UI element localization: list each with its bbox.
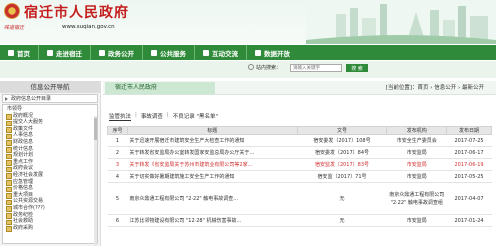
row-title-link[interactable]: 关于迅速开展宿迁市建筑安全生产大检查工作的通知 — [127, 134, 298, 147]
table-row[interactable]: 3 关于转发《省安监局关于苏州市建筑业有限公司等2家... 宿安监发〔2017〕83… — [107, 158, 492, 171]
row-title-link[interactable]: 关于转发《省安监局关于苏州市建筑业有限公司等2家... — [127, 158, 298, 171]
tab-enforcement[interactable]: 监管执法 — [109, 112, 132, 121]
breadcrumb-info[interactable]: 信息公开 — [434, 85, 456, 91]
row-title-link[interactable]: 南京众鼎通工程有限公司 "2·22" 触电事故调查... — [127, 182, 298, 215]
row-number: 2 — [107, 146, 128, 159]
tree-item[interactable]: 价格信息 — [4, 185, 96, 192]
tab-blacklist[interactable]: 不良记录 "黑名单" — [173, 112, 218, 121]
search-label: 站内搜索： — [256, 65, 282, 71]
row-doc-number: 无 — [297, 214, 387, 227]
row-doc-number: 宿安委发〔2017〕108号 — [297, 134, 387, 147]
book-icon — [47, 49, 53, 56]
column-header-publisher: 发布机构 — [386, 126, 448, 135]
row-title-link[interactable]: 关于切实做好暑期建筑施工安全生产工作的通知 — [127, 170, 298, 183]
row-date: 2017-07-25 — [446, 134, 492, 147]
row-date: 2017-06-19 — [446, 158, 492, 171]
site-title[interactable]: 宿迁市人民政府 — [24, 2, 129, 22]
row-doc-number: 宿安委发〔2017〕84号 — [297, 146, 387, 159]
row-title-link[interactable]: 江苏比邻物建设有限公司 "12·28" 机械伤害事故... — [127, 214, 298, 227]
row-date: 2017-01-24 — [446, 214, 492, 227]
section-title: 宿迁市人民政府 — [105, 82, 215, 94]
search-input[interactable] — [290, 64, 342, 72]
table-row[interactable]: 2 关于转发省安监局办公室转发国家安监总局办公厅关于... 宿安委发〔2017〕84… — [107, 146, 492, 159]
sidebar-scrollbar[interactable] — [94, 116, 97, 246]
documents-table: 序号 标题 文号 发布机构 发布日期 1 关于迅速开展宿迁市建筑安全生产大检查工作… — [107, 126, 492, 227]
city-skyline-banner — [306, 0, 496, 44]
breadcrumb-home[interactable]: 首页 — [418, 85, 429, 91]
chat-icon — [203, 49, 209, 56]
site-slogan: 味道宿迁 — [4, 25, 25, 31]
row-publisher: 市安全生产委员会 — [386, 134, 447, 147]
category-tabs: 监管执法 | 事故调查 | 不良记录 "黑名单" — [109, 112, 219, 121]
search-icon — [248, 64, 254, 70]
nav-interaction[interactable]: 互动交流 — [195, 45, 246, 60]
row-date: 2017-05-25 — [446, 170, 492, 183]
sidebar: 信息公开导航 政府信息公开目录 市领导 政府概况 提交人大服务 政策文件 人事信… — [0, 81, 101, 246]
table-row[interactable]: 1 关于迅速开展宿迁市建筑安全生产大检查工作的通知 宿安委发〔2017〕108号 市安… — [107, 134, 492, 147]
tree-item[interactable]: 城市合作(???) — [4, 205, 96, 212]
tree-item[interactable]: 政府采购 — [4, 225, 96, 232]
row-number: 6 — [107, 214, 128, 227]
tree-item[interactable]: 经济社会发展 — [4, 172, 96, 179]
sidebar-title: 信息公开导航 — [0, 81, 100, 93]
breadcrumb-bar: 宿迁市人民政府 [当前位置]：首页 › 信息公开 › 最新公开 — [103, 81, 496, 95]
search-button[interactable]: 搜 索 — [346, 64, 368, 72]
tree-item[interactable]: 公共资源交易 — [4, 198, 96, 205]
breadcrumb-latest[interactable]: 最新公开 — [462, 85, 484, 91]
sidebar-tree: 市领导 政府概况 提交人大服务 政策文件 人事信息 财政信息 统计信息 规划计划… — [2, 104, 98, 244]
data-icon — [255, 49, 261, 56]
row-number: 4 — [107, 170, 128, 183]
row-publisher: 市安监局 — [386, 214, 447, 227]
nav-public-service[interactable]: 公共服务 — [143, 45, 194, 60]
column-header-no: 序号 — [107, 126, 128, 135]
tree-item[interactable]: 规划计划 — [4, 152, 96, 159]
nav-gov-affairs[interactable]: 政务公开 — [91, 45, 142, 60]
sidebar-directory[interactable]: 政府信息公开目录 — [2, 94, 98, 103]
table-row[interactable]: 4 关于切实做好暑期建筑施工安全生产工作的通知 宿安监〔2017〕71号 市安监局 20… — [107, 170, 492, 183]
site-url: www.suqian.gov.cn — [62, 24, 115, 30]
row-doc-number: 宿安监发〔2017〕83号 — [297, 158, 387, 171]
row-publisher: 市安监局 — [386, 170, 447, 183]
column-header-date: 发布日期 — [446, 126, 492, 135]
main-nav: 首页 走进宿迁 政务公开 公共服务 互动交流 数据开放 — [0, 45, 496, 60]
breadcrumb: [当前位置]：首页 › 信息公开 › 最新公开 — [385, 85, 484, 91]
scrollbar-thumb[interactable] — [94, 118, 97, 140]
tree-item[interactable]: 提交人大服务 — [4, 119, 96, 126]
row-publisher: 市安监局 — [386, 146, 447, 159]
tree-item[interactable]: 市领导 — [4, 106, 96, 113]
row-date: 2017-06-17 — [446, 146, 492, 159]
row-number: 5 — [107, 182, 128, 215]
column-header-title: 标题 — [126, 126, 298, 135]
row-doc-number: 无 — [297, 182, 387, 215]
nav-about-suqian[interactable]: 走进宿迁 — [39, 45, 90, 60]
nav-home[interactable]: 首页 — [0, 45, 38, 60]
tree-item[interactable]: 人事信息 — [4, 132, 96, 139]
nav-open-data[interactable]: 数据开放 — [247, 45, 298, 60]
tab-accident-investigation[interactable]: 事故调查 — [141, 112, 163, 121]
row-number: 3 — [107, 158, 128, 171]
search-bar — [0, 61, 496, 78]
column-header-doc-number: 文号 — [296, 126, 388, 135]
table-row[interactable]: 6 江苏比邻物建设有限公司 "12·28" 机械伤害事故... 无市安监局 2017-… — [107, 214, 492, 227]
national-emblem-logo — [4, 3, 20, 19]
row-doc-number: 宿安监〔2017〕71号 — [297, 170, 387, 183]
home-icon — [8, 49, 14, 56]
document-icon — [99, 49, 105, 56]
table-row[interactable]: 5 南京众鼎通工程有限公司 "2·22" 触电事故调查... 无南京众鼎通工程有限公… — [107, 182, 492, 215]
row-title-link[interactable]: 关于转发省安监局办公室转发国家安监总局办公厅关于... — [127, 146, 298, 159]
tree-item[interactable]: 社会救助 — [4, 218, 96, 225]
site-header: 宿迁市人民政府 味道宿迁 www.suqian.gov.cn — [0, 0, 496, 44]
people-icon — [151, 49, 157, 56]
row-number: 1 — [107, 134, 128, 147]
row-date: 2017-04-07 — [446, 182, 492, 215]
row-publisher: 南京众鼎通工程有限公司 "2·22" 触电事故调查组 — [386, 182, 447, 215]
main-content: 宿迁市人民政府 [当前位置]：首页 › 信息公开 › 最新公开 监管执法 | 事… — [103, 81, 496, 246]
tree-item[interactable]: 政府会议 — [4, 165, 96, 172]
row-publisher: 市安监局 — [386, 158, 447, 171]
tree-item[interactable]: 财政信息 — [4, 139, 96, 146]
